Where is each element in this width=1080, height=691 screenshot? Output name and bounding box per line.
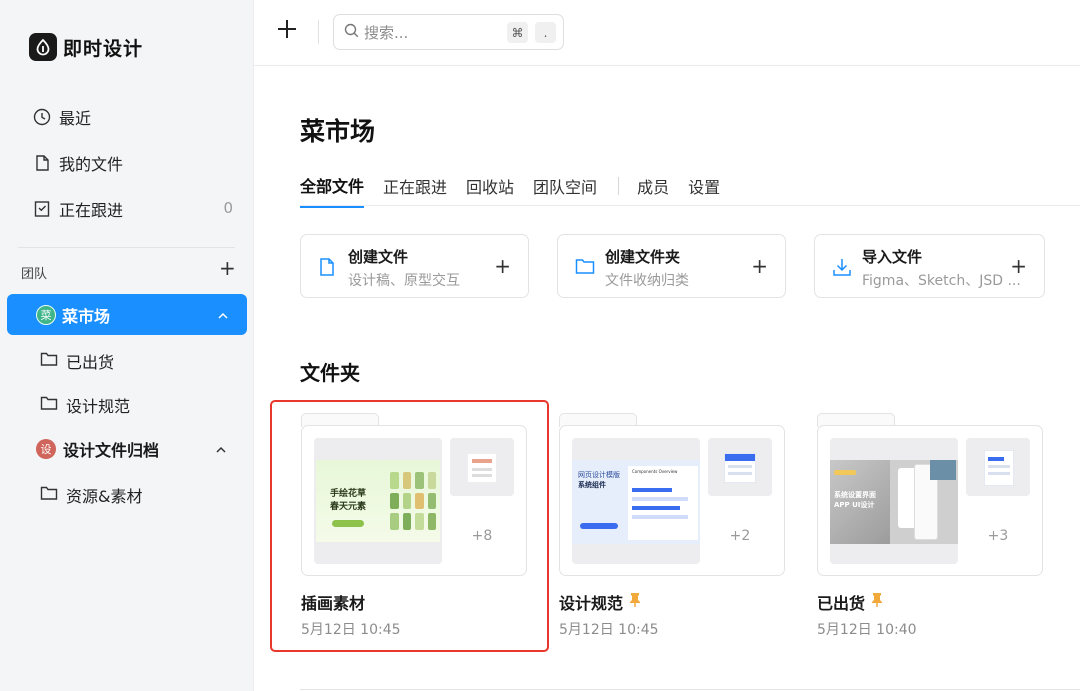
pin-icon[interactable]	[629, 592, 641, 612]
folder-thumbnail: 系统设置界面 APP UI设计	[830, 438, 958, 564]
action-subtitle: Figma、Sketch、JSD ...	[862, 273, 1021, 289]
logo-icon	[29, 33, 57, 61]
chevron-up-icon[interactable]	[217, 307, 229, 326]
team-item-active[interactable]: 菜 菜市场	[7, 294, 247, 335]
thumb-text: APP UI设计	[834, 501, 875, 509]
toolbar-divider	[318, 20, 319, 44]
folder-label: 设计规范	[66, 397, 131, 416]
folder-icon	[40, 351, 58, 371]
plus-icon: +	[494, 254, 511, 278]
selected-folder-highlight	[270, 400, 549, 652]
folder-item-design-spec[interactable]: 设计规范	[40, 393, 130, 417]
folder-date: 5月12日 10:40	[817, 622, 917, 638]
folder-name: 设计规范	[559, 590, 641, 614]
shortcut-key-cmd: ⌘	[507, 22, 528, 43]
app-window: 即时设计 最近 我的文件 正在跟进 0 团队 + 菜 菜市场 已出货 设计规范 …	[0, 0, 1080, 691]
bookmark-icon	[33, 200, 51, 218]
team-name: 设计文件归档	[63, 441, 160, 460]
folder-icon	[40, 395, 58, 415]
team-name: 菜市场	[62, 306, 111, 326]
action-subtitle: 设计稿、原型交互	[348, 273, 460, 289]
folder-name-text: 设计规范	[559, 594, 624, 613]
create-file-card[interactable]: 创建文件 设计稿、原型交互 +	[300, 234, 529, 298]
action-title: 创建文件夹	[605, 248, 681, 266]
team-avatar: 菜	[36, 304, 56, 325]
folder-label: 已出货	[66, 353, 115, 372]
following-count: 0	[223, 199, 233, 217]
nav-my-files[interactable]: 我的文件	[33, 151, 123, 175]
team-section-label: 团队	[21, 267, 48, 282]
app-name: 即时设计	[63, 37, 144, 60]
chevron-up-icon[interactable]	[215, 441, 227, 460]
app-logo[interactable]: 即时设计	[29, 33, 143, 61]
action-title: 创建文件	[348, 248, 409, 266]
tab-bar: 全部文件 正在跟进 回收站 团队空间 成员 设置	[300, 173, 739, 208]
plus-icon: +	[751, 254, 768, 278]
folder-icon	[575, 257, 595, 279]
folder-item-shipped[interactable]: 已出货	[40, 349, 114, 373]
sidebar-divider	[18, 247, 235, 248]
tab-trash[interactable]: 回收站	[466, 174, 514, 207]
folder-thumbnail-small	[966, 438, 1030, 496]
folder-card-body: 网页设计模版 系统组件 Components Overview +2	[559, 425, 785, 576]
create-plus-button[interactable]	[276, 18, 300, 42]
thumb-text: Components Overview	[632, 469, 678, 474]
folder-name-text: 已出货	[817, 594, 866, 613]
tab-underline-track	[300, 205, 1080, 206]
pin-icon[interactable]	[871, 592, 883, 612]
folder-thumbnail: 网页设计模版 系统组件 Components Overview	[572, 438, 700, 564]
nav-recent[interactable]: 最近	[33, 105, 91, 129]
tab-members[interactable]: 成员	[637, 174, 669, 207]
clock-icon	[33, 108, 51, 126]
folder-item-resources[interactable]: 资源&素材	[40, 483, 142, 507]
tab-team-space[interactable]: 团队空间	[533, 174, 597, 207]
sidebar: 即时设计 最近 我的文件 正在跟进 0 团队 + 菜 菜市场 已出货 设计规范 …	[0, 0, 254, 691]
shortcut-key-period: .	[535, 22, 556, 43]
folder-name: 已出货	[817, 590, 883, 614]
action-title: 导入文件	[862, 248, 923, 266]
folder-card-body: 系统设置界面 APP UI设计 +3	[817, 425, 1043, 576]
file-icon	[33, 154, 51, 172]
tab-following[interactable]: 正在跟进	[383, 174, 447, 207]
file-icon	[318, 257, 336, 281]
plus-icon: +	[1010, 254, 1027, 278]
download-icon	[832, 257, 852, 281]
tab-divider	[618, 177, 620, 195]
tab-settings[interactable]: 设置	[688, 174, 720, 207]
team-avatar: 设	[36, 439, 56, 459]
thumb-text: 系统设置界面	[834, 491, 876, 499]
nav-label: 正在跟进	[59, 201, 124, 220]
folders-section-title: 文件夹	[300, 361, 360, 385]
page-title: 菜市场	[300, 117, 376, 146]
folder-thumbnail-small	[708, 438, 772, 496]
thumb-text: 系统组件	[578, 481, 606, 489]
more-files-count: +3	[987, 528, 1009, 544]
nav-following[interactable]: 正在跟进	[33, 197, 123, 221]
nav-label: 最近	[59, 109, 92, 128]
more-files-count: +2	[729, 528, 751, 544]
create-folder-card[interactable]: 创建文件夹 文件收纳归类 +	[557, 234, 786, 298]
search-icon	[344, 23, 359, 42]
import-file-card[interactable]: 导入文件 Figma、Sketch、JSD ... +	[814, 234, 1045, 298]
action-subtitle: 文件收纳归类	[605, 273, 689, 289]
nav-label: 我的文件	[59, 155, 124, 174]
folder-label: 资源&素材	[66, 487, 143, 506]
folder-date: 5月12日 10:45	[559, 622, 659, 638]
content-divider	[300, 689, 1080, 690]
tab-all-files[interactable]: 全部文件	[300, 173, 365, 208]
thumb-text: 网页设计模版	[578, 471, 620, 479]
team-item-archive[interactable]: 设 设计文件归档	[36, 437, 159, 461]
add-team-button[interactable]: +	[219, 258, 236, 278]
top-bar: 搜索... ⌘ .	[254, 0, 1080, 66]
search-placeholder: 搜索...	[364, 23, 409, 42]
search-input[interactable]: 搜索... ⌘ .	[333, 14, 564, 50]
folder-icon	[40, 485, 58, 505]
